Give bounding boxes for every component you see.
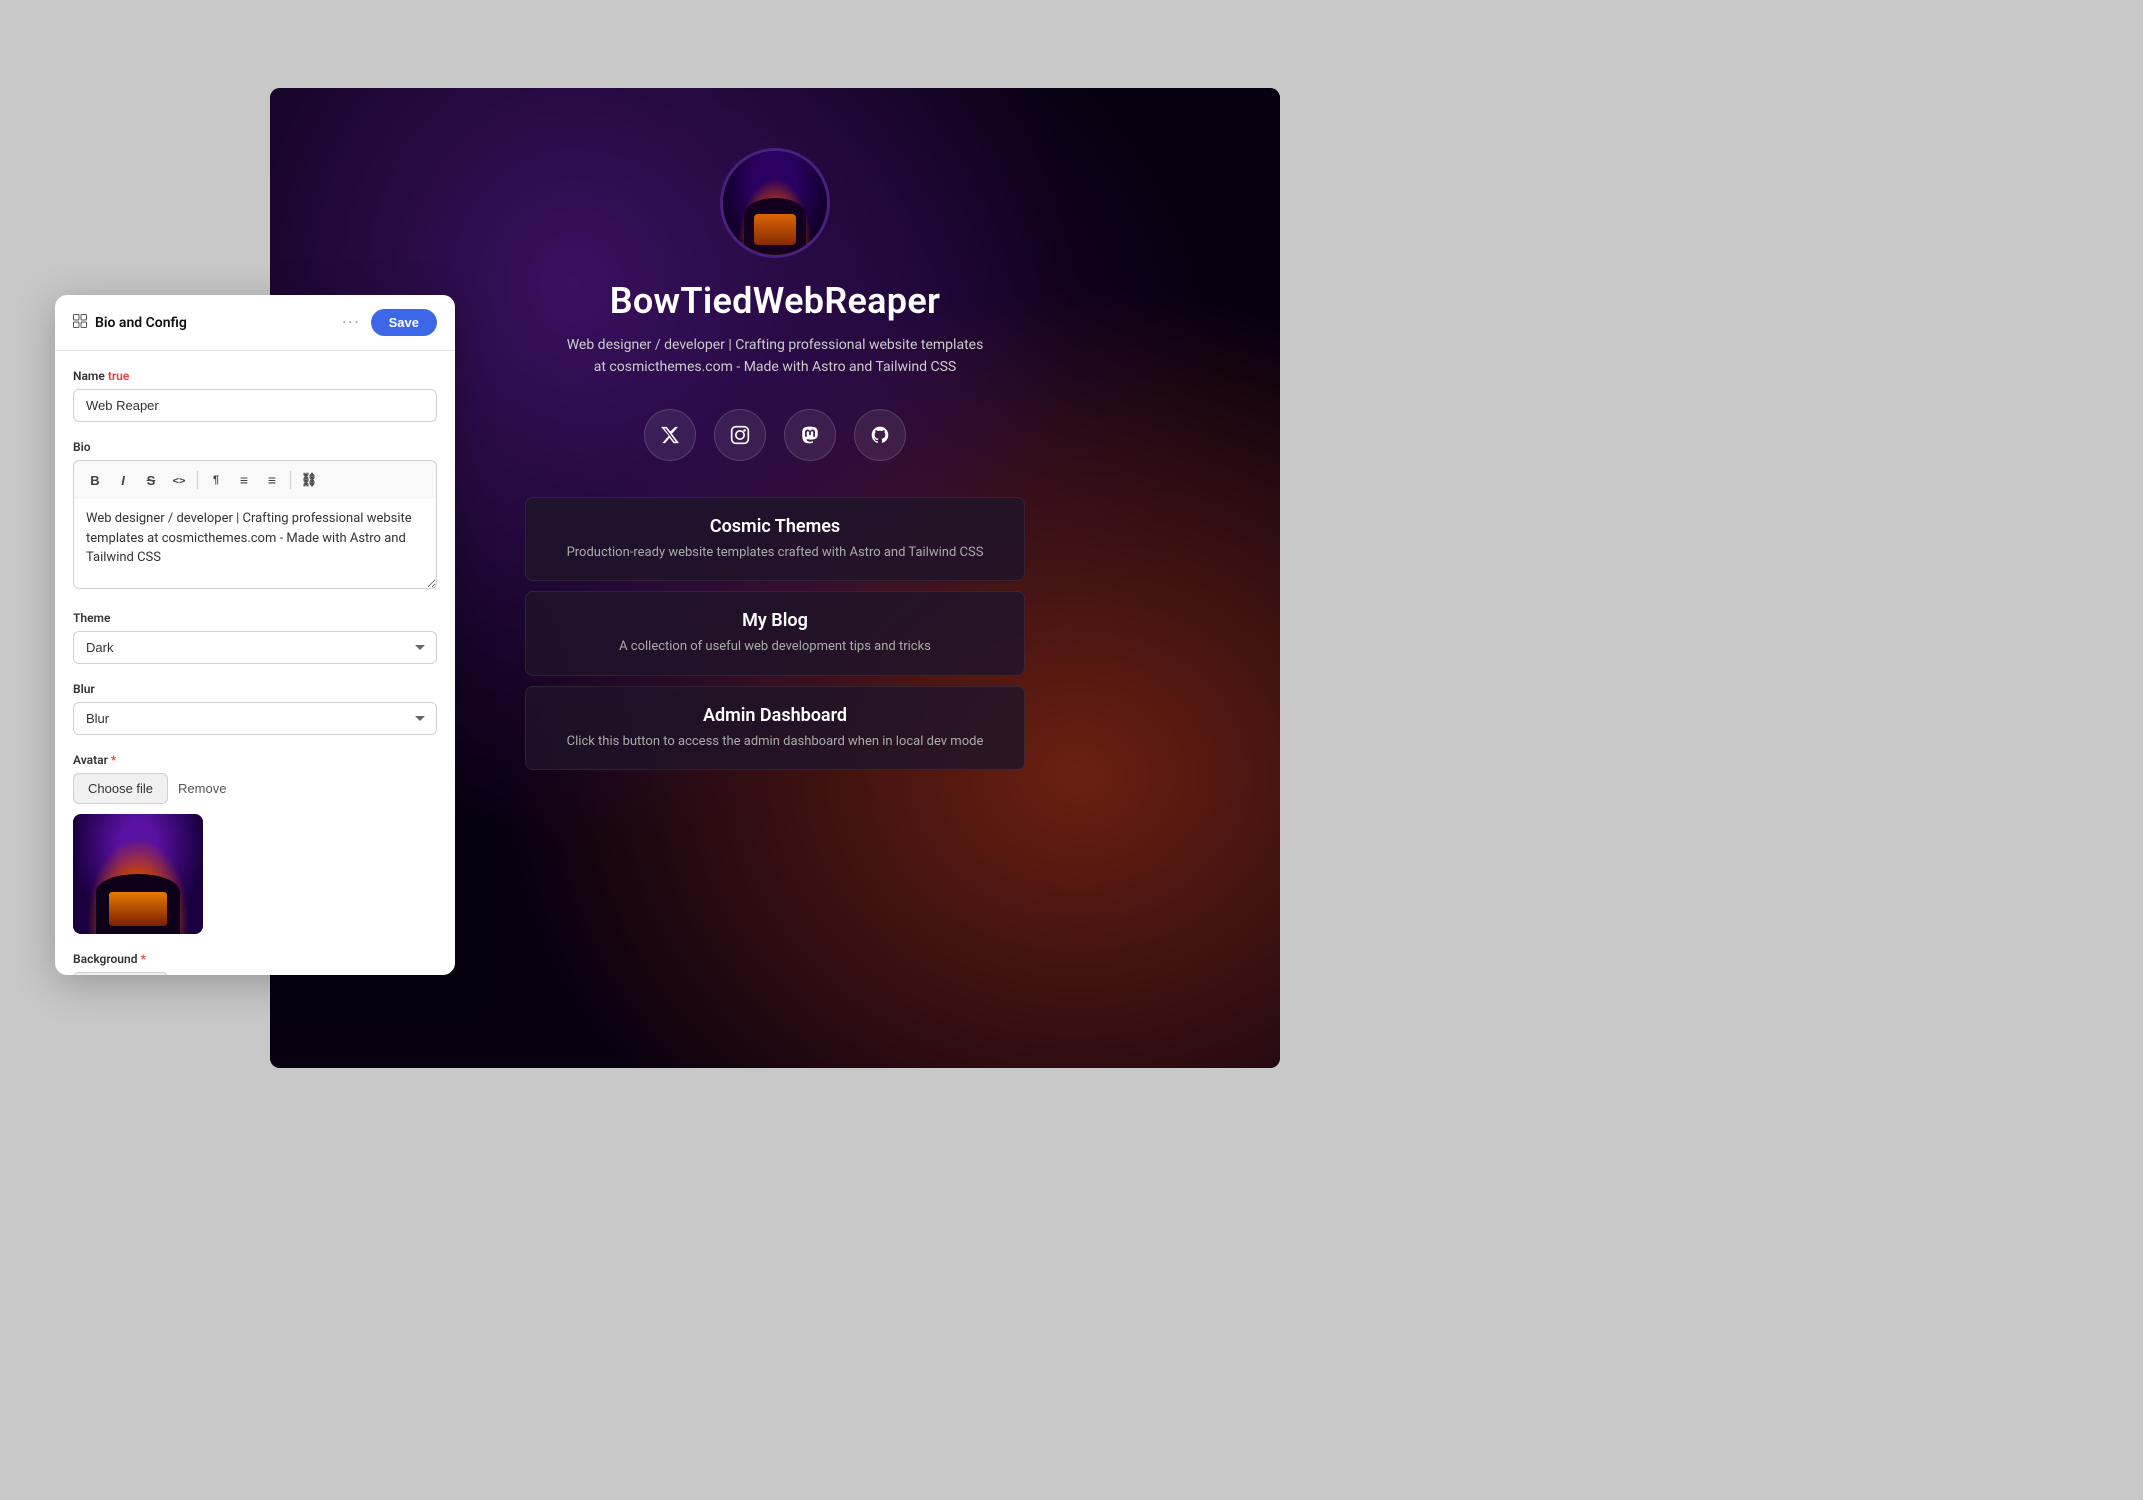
- profile-bio: Web designer / developer | Crafting prof…: [567, 334, 984, 379]
- config-header: Bio and Config ··· Save: [55, 295, 455, 351]
- background-field-group: Background * Choose file Remove: [73, 952, 437, 975]
- x-twitter-icon[interactable]: [644, 409, 696, 461]
- save-button[interactable]: Save: [371, 309, 437, 336]
- link-card-admin[interactable]: Admin Dashboard Click this button to acc…: [525, 686, 1025, 771]
- avatar-choose-file-button[interactable]: Choose file: [73, 773, 168, 804]
- config-panel-icon: [73, 314, 87, 332]
- link-card-blog[interactable]: My Blog A collection of useful web devel…: [525, 591, 1025, 676]
- bio-label: Bio: [73, 440, 437, 454]
- name-input[interactable]: [73, 389, 437, 422]
- toolbar-separator-1: [197, 471, 198, 489]
- config-panel: Bio and Config ··· Save Name true Bio B …: [55, 295, 455, 975]
- instagram-icon[interactable]: [714, 409, 766, 461]
- blur-select[interactable]: Blur None: [73, 702, 437, 735]
- bio-textarea[interactable]: Web designer / developer | Crafting prof…: [73, 499, 437, 589]
- avatar-remove-button[interactable]: Remove: [178, 781, 226, 796]
- github-icon[interactable]: [854, 409, 906, 461]
- config-header-left: Bio and Config: [73, 314, 187, 332]
- avatar-preview-image: [73, 814, 203, 934]
- config-panel-title: Bio and Config: [95, 315, 187, 331]
- bio-field-group: Bio B I S <> ¶ ≡ ≡ ⛓ Web designer / deve…: [73, 440, 437, 593]
- bio-line-2: at cosmicthemes.com - Made with Astro an…: [594, 359, 956, 375]
- config-body: Name true Bio B I S <> ¶ ≡ ≡ ⛓ Web des: [55, 351, 455, 975]
- theme-select[interactable]: Dark Light Auto: [73, 631, 437, 664]
- italic-button[interactable]: I: [110, 467, 136, 493]
- background-choose-file-button[interactable]: Choose file: [73, 972, 168, 975]
- profile-name: BowTiedWebReaper: [610, 280, 941, 322]
- avatar-figure: [723, 151, 827, 255]
- avatar-file-row: Choose file Remove: [73, 773, 437, 804]
- list-ol-button[interactable]: ≡: [259, 467, 285, 493]
- list-ul-button[interactable]: ≡: [231, 467, 257, 493]
- name-label: Name true: [73, 369, 437, 383]
- link-cards-list: Cosmic Themes Production-ready website t…: [525, 497, 1025, 771]
- blur-label: Blur: [73, 682, 437, 696]
- background-file-row: Choose file Remove: [73, 972, 437, 975]
- bold-button[interactable]: B: [82, 467, 108, 493]
- toolbar-separator-2: [290, 471, 291, 489]
- theme-field-group: Theme Dark Light Auto: [73, 611, 437, 664]
- avatar-label: Avatar *: [73, 753, 437, 767]
- background-label: Background *: [73, 952, 437, 966]
- rich-text-toolbar: B I S <> ¶ ≡ ≡ ⛓: [73, 460, 437, 499]
- code-button[interactable]: <>: [166, 467, 192, 493]
- cosmic-themes-desc: Production-ready website templates craft…: [550, 543, 1000, 563]
- link-card-cosmic-themes[interactable]: Cosmic Themes Production-ready website t…: [525, 497, 1025, 582]
- three-dots-menu[interactable]: ···: [342, 313, 361, 332]
- theme-label: Theme: [73, 611, 437, 625]
- admin-title: Admin Dashboard: [550, 705, 1000, 726]
- name-required-star: true: [108, 369, 130, 383]
- strikethrough-button[interactable]: S: [138, 467, 164, 493]
- admin-desc: Click this button to access the admin da…: [550, 732, 1000, 752]
- blur-field-group: Blur Blur None: [73, 682, 437, 735]
- name-field-group: Name true: [73, 369, 437, 422]
- profile-avatar: [720, 148, 830, 258]
- link-button[interactable]: ⛓: [296, 467, 322, 493]
- cosmic-themes-title: Cosmic Themes: [550, 516, 1000, 537]
- blog-desc: A collection of useful web development t…: [550, 637, 1000, 657]
- background-required-star: *: [140, 952, 145, 966]
- format-button[interactable]: ¶: [203, 467, 229, 493]
- avatar-required-star: *: [111, 753, 116, 767]
- blog-title: My Blog: [550, 610, 1000, 631]
- mastodon-icon[interactable]: [784, 409, 836, 461]
- social-icons-row: [644, 409, 906, 461]
- avatar-field-group: Avatar * Choose file Remove: [73, 753, 437, 934]
- bio-line-1: Web designer / developer | Crafting prof…: [567, 337, 984, 353]
- avatar-preview-inner: [73, 814, 203, 934]
- config-header-right: ··· Save: [342, 309, 437, 336]
